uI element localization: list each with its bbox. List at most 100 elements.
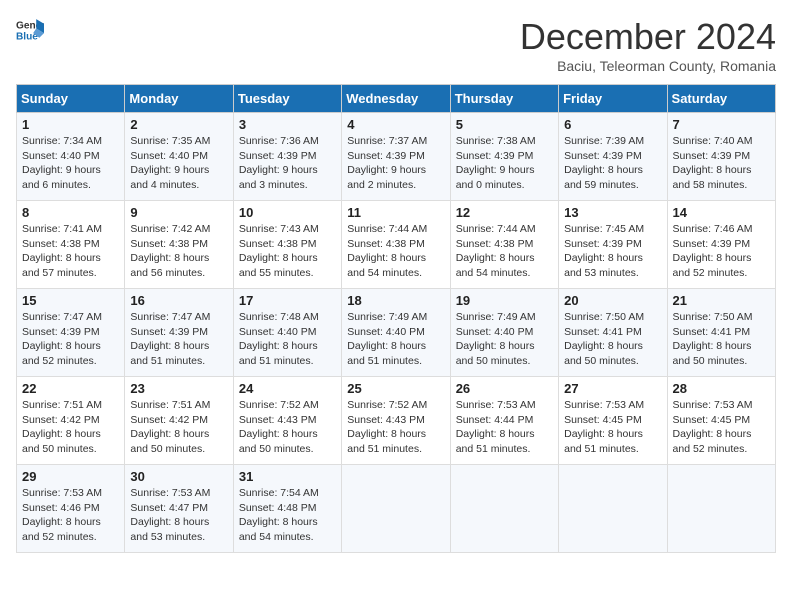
day-number: 10 — [239, 205, 336, 220]
day-info: Sunrise: 7:52 AMSunset: 4:43 PMDaylight:… — [347, 398, 444, 457]
day-info: Sunrise: 7:44 AMSunset: 4:38 PMDaylight:… — [456, 222, 553, 281]
logo: General Blue — [16, 16, 44, 44]
calendar-cell: 11 Sunrise: 7:44 AMSunset: 4:38 PMDaylig… — [342, 201, 450, 289]
calendar-cell: 21 Sunrise: 7:50 AMSunset: 4:41 PMDaylig… — [667, 289, 775, 377]
day-info: Sunrise: 7:46 AMSunset: 4:39 PMDaylight:… — [673, 222, 770, 281]
calendar-cell: 2 Sunrise: 7:35 AMSunset: 4:40 PMDayligh… — [125, 113, 233, 201]
calendar-cell: 26 Sunrise: 7:53 AMSunset: 4:44 PMDaylig… — [450, 377, 558, 465]
day-number: 21 — [673, 293, 770, 308]
day-number: 18 — [347, 293, 444, 308]
day-info: Sunrise: 7:54 AMSunset: 4:48 PMDaylight:… — [239, 486, 336, 545]
day-info: Sunrise: 7:37 AMSunset: 4:39 PMDaylight:… — [347, 134, 444, 193]
calendar-cell: 29 Sunrise: 7:53 AMSunset: 4:46 PMDaylig… — [17, 465, 125, 553]
calendar-cell: 23 Sunrise: 7:51 AMSunset: 4:42 PMDaylig… — [125, 377, 233, 465]
day-info: Sunrise: 7:53 AMSunset: 4:46 PMDaylight:… — [22, 486, 119, 545]
calendar-cell — [559, 465, 667, 553]
calendar-cell: 31 Sunrise: 7:54 AMSunset: 4:48 PMDaylig… — [233, 465, 341, 553]
day-number: 19 — [456, 293, 553, 308]
day-number: 24 — [239, 381, 336, 396]
day-number: 2 — [130, 117, 227, 132]
col-header-saturday: Saturday — [667, 85, 775, 113]
calendar-cell: 18 Sunrise: 7:49 AMSunset: 4:40 PMDaylig… — [342, 289, 450, 377]
day-info: Sunrise: 7:52 AMSunset: 4:43 PMDaylight:… — [239, 398, 336, 457]
day-info: Sunrise: 7:53 AMSunset: 4:47 PMDaylight:… — [130, 486, 227, 545]
day-number: 8 — [22, 205, 119, 220]
day-info: Sunrise: 7:39 AMSunset: 4:39 PMDaylight:… — [564, 134, 661, 193]
day-info: Sunrise: 7:49 AMSunset: 4:40 PMDaylight:… — [456, 310, 553, 369]
day-info: Sunrise: 7:43 AMSunset: 4:38 PMDaylight:… — [239, 222, 336, 281]
calendar-cell: 1 Sunrise: 7:34 AMSunset: 4:40 PMDayligh… — [17, 113, 125, 201]
day-number: 11 — [347, 205, 444, 220]
day-info: Sunrise: 7:51 AMSunset: 4:42 PMDaylight:… — [130, 398, 227, 457]
calendar-cell: 13 Sunrise: 7:45 AMSunset: 4:39 PMDaylig… — [559, 201, 667, 289]
calendar-cell: 9 Sunrise: 7:42 AMSunset: 4:38 PMDayligh… — [125, 201, 233, 289]
col-header-tuesday: Tuesday — [233, 85, 341, 113]
day-number: 15 — [22, 293, 119, 308]
day-number: 25 — [347, 381, 444, 396]
calendar-cell: 5 Sunrise: 7:38 AMSunset: 4:39 PMDayligh… — [450, 113, 558, 201]
day-number: 13 — [564, 205, 661, 220]
page-header: General Blue December 2024 Baciu, Teleor… — [16, 16, 776, 74]
day-number: 30 — [130, 469, 227, 484]
day-info: Sunrise: 7:48 AMSunset: 4:40 PMDaylight:… — [239, 310, 336, 369]
day-number: 20 — [564, 293, 661, 308]
header-row: SundayMondayTuesdayWednesdayThursdayFrid… — [17, 85, 776, 113]
logo-icon: General Blue — [16, 16, 44, 44]
day-number: 12 — [456, 205, 553, 220]
calendar-cell: 24 Sunrise: 7:52 AMSunset: 4:43 PMDaylig… — [233, 377, 341, 465]
calendar-cell: 10 Sunrise: 7:43 AMSunset: 4:38 PMDaylig… — [233, 201, 341, 289]
day-number: 23 — [130, 381, 227, 396]
calendar-cell: 3 Sunrise: 7:36 AMSunset: 4:39 PMDayligh… — [233, 113, 341, 201]
calendar-cell: 12 Sunrise: 7:44 AMSunset: 4:38 PMDaylig… — [450, 201, 558, 289]
week-row-5: 29 Sunrise: 7:53 AMSunset: 4:46 PMDaylig… — [17, 465, 776, 553]
day-info: Sunrise: 7:47 AMSunset: 4:39 PMDaylight:… — [130, 310, 227, 369]
day-info: Sunrise: 7:38 AMSunset: 4:39 PMDaylight:… — [456, 134, 553, 193]
day-info: Sunrise: 7:51 AMSunset: 4:42 PMDaylight:… — [22, 398, 119, 457]
day-number: 17 — [239, 293, 336, 308]
day-info: Sunrise: 7:41 AMSunset: 4:38 PMDaylight:… — [22, 222, 119, 281]
day-info: Sunrise: 7:50 AMSunset: 4:41 PMDaylight:… — [673, 310, 770, 369]
calendar-cell: 17 Sunrise: 7:48 AMSunset: 4:40 PMDaylig… — [233, 289, 341, 377]
month-title: December 2024 — [520, 16, 776, 58]
day-info: Sunrise: 7:53 AMSunset: 4:45 PMDaylight:… — [673, 398, 770, 457]
day-info: Sunrise: 7:35 AMSunset: 4:40 PMDaylight:… — [130, 134, 227, 193]
day-number: 9 — [130, 205, 227, 220]
calendar-cell: 30 Sunrise: 7:53 AMSunset: 4:47 PMDaylig… — [125, 465, 233, 553]
calendar-cell: 14 Sunrise: 7:46 AMSunset: 4:39 PMDaylig… — [667, 201, 775, 289]
week-row-2: 8 Sunrise: 7:41 AMSunset: 4:38 PMDayligh… — [17, 201, 776, 289]
calendar-cell: 27 Sunrise: 7:53 AMSunset: 4:45 PMDaylig… — [559, 377, 667, 465]
title-block: December 2024 Baciu, Teleorman County, R… — [520, 16, 776, 74]
calendar-cell: 22 Sunrise: 7:51 AMSunset: 4:42 PMDaylig… — [17, 377, 125, 465]
day-info: Sunrise: 7:47 AMSunset: 4:39 PMDaylight:… — [22, 310, 119, 369]
day-info: Sunrise: 7:34 AMSunset: 4:40 PMDaylight:… — [22, 134, 119, 193]
day-info: Sunrise: 7:40 AMSunset: 4:39 PMDaylight:… — [673, 134, 770, 193]
day-number: 31 — [239, 469, 336, 484]
day-info: Sunrise: 7:44 AMSunset: 4:38 PMDaylight:… — [347, 222, 444, 281]
col-header-monday: Monday — [125, 85, 233, 113]
calendar-cell: 7 Sunrise: 7:40 AMSunset: 4:39 PMDayligh… — [667, 113, 775, 201]
day-info: Sunrise: 7:42 AMSunset: 4:38 PMDaylight:… — [130, 222, 227, 281]
day-number: 14 — [673, 205, 770, 220]
col-header-sunday: Sunday — [17, 85, 125, 113]
day-number: 16 — [130, 293, 227, 308]
calendar-cell: 4 Sunrise: 7:37 AMSunset: 4:39 PMDayligh… — [342, 113, 450, 201]
day-number: 22 — [22, 381, 119, 396]
calendar-cell: 28 Sunrise: 7:53 AMSunset: 4:45 PMDaylig… — [667, 377, 775, 465]
calendar-cell: 8 Sunrise: 7:41 AMSunset: 4:38 PMDayligh… — [17, 201, 125, 289]
calendar-cell — [450, 465, 558, 553]
day-number: 6 — [564, 117, 661, 132]
calendar-cell: 16 Sunrise: 7:47 AMSunset: 4:39 PMDaylig… — [125, 289, 233, 377]
col-header-wednesday: Wednesday — [342, 85, 450, 113]
day-number: 4 — [347, 117, 444, 132]
week-row-4: 22 Sunrise: 7:51 AMSunset: 4:42 PMDaylig… — [17, 377, 776, 465]
calendar-cell: 19 Sunrise: 7:49 AMSunset: 4:40 PMDaylig… — [450, 289, 558, 377]
calendar-cell — [342, 465, 450, 553]
day-number: 26 — [456, 381, 553, 396]
day-info: Sunrise: 7:53 AMSunset: 4:45 PMDaylight:… — [564, 398, 661, 457]
day-number: 1 — [22, 117, 119, 132]
col-header-thursday: Thursday — [450, 85, 558, 113]
calendar-cell: 6 Sunrise: 7:39 AMSunset: 4:39 PMDayligh… — [559, 113, 667, 201]
day-number: 7 — [673, 117, 770, 132]
week-row-1: 1 Sunrise: 7:34 AMSunset: 4:40 PMDayligh… — [17, 113, 776, 201]
location: Baciu, Teleorman County, Romania — [520, 58, 776, 74]
